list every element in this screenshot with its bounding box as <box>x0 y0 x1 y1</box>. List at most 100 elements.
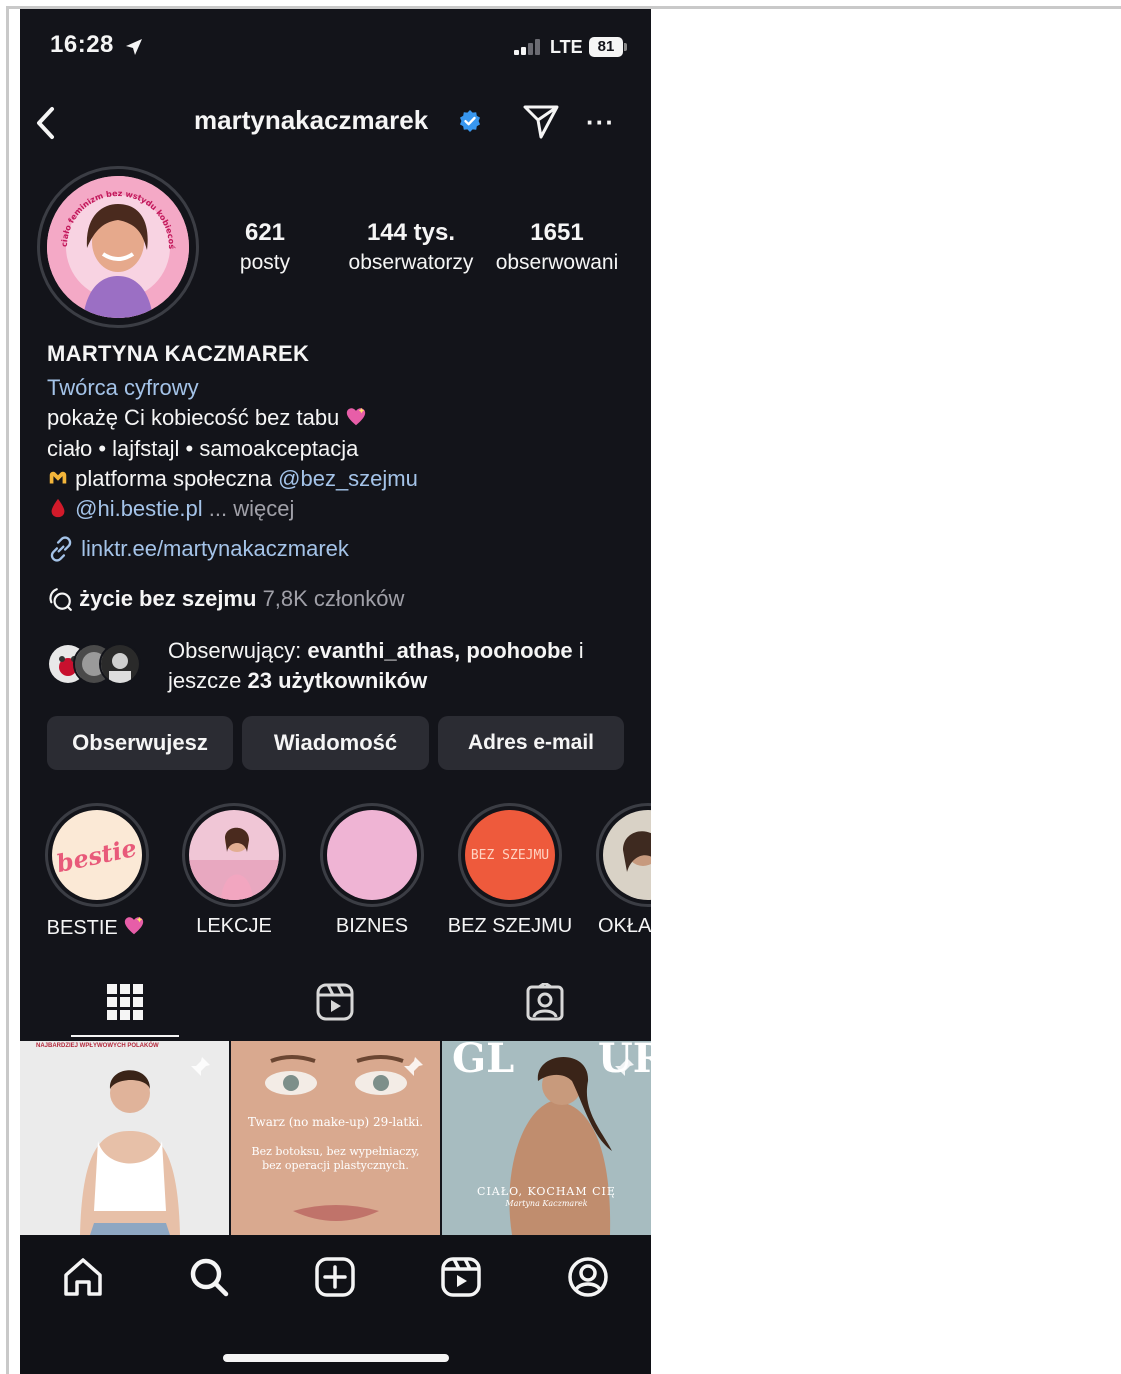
highlight-label-okladki: OKŁA <box>598 915 651 937</box>
bio-line-3-text: platforma społeczna <box>75 466 273 491</box>
followed-by-conj: i <box>578 638 584 663</box>
tagged-tab-icon[interactable] <box>526 983 564 1021</box>
stat-followers[interactable]: 144 tys. obserwatorzy <box>338 219 484 275</box>
bio-line-1-text: pokażę Ci kobiecość bez tabu <box>47 405 340 430</box>
post-1-caption: NAJBARDZIEJ WPŁYWOWYCH POLAKÓW <box>36 1043 159 1049</box>
highlight-bez-szejmu[interactable]: BEZ SZEJMU <box>458 803 562 907</box>
signal-icon <box>514 39 540 55</box>
highlight-cover-biznes <box>327 810 417 900</box>
pinned-icon <box>404 1057 423 1076</box>
followed-by-suffix: jeszcze <box>168 668 242 693</box>
blood-drop-icon <box>51 498 65 518</box>
more-options-icon[interactable]: ··· <box>586 107 615 138</box>
channel-row[interactable]: życie bez szejmu 7,8K członków <box>47 586 404 612</box>
highlight-ring <box>182 803 286 907</box>
followed-by-text[interactable]: Obserwujący: evanthi_athas, poohoobe i j… <box>168 636 638 696</box>
highlight-label-bestie: BESTIE <box>26 915 166 940</box>
highlight-cover-lekcje <box>189 810 279 900</box>
mutual-followers-avatars[interactable] <box>47 639 157 685</box>
channel-name: życie bez szejmu <box>79 586 257 611</box>
bio-line-3: platforma społeczna @bez_szejmu <box>47 466 418 492</box>
hi-bestie-mention[interactable]: @hi.bestie.pl <box>75 496 203 521</box>
pinned-icon <box>615 1057 634 1076</box>
profile-username: martynakaczmarek <box>194 105 429 135</box>
highlight-ring <box>596 803 651 907</box>
following-count: 1651 <box>530 219 584 246</box>
highlight-cover-bestie: bestie <box>52 810 142 900</box>
highlight-ring: BEZ SZEJMU <box>458 803 562 907</box>
profile-icon[interactable] <box>567 1256 609 1298</box>
bio-line-2: ciało • lajfstajl • samoakceptacja <box>47 436 359 461</box>
send-message-icon[interactable] <box>522 103 560 141</box>
bio-external-link[interactable]: linktr.ee/martynakaczmarek <box>81 536 349 561</box>
grid-tab-icon[interactable] <box>107 984 143 1020</box>
profile-avatar[interactable]: ciało feminizm bez wstydu kobiecość <box>47 176 189 318</box>
channel-members: 7,8K członków <box>262 586 405 611</box>
phone-screen: 16:28 LTE 81 martynakaczmarek ··· ciało … <box>20 9 651 1374</box>
back-arrow-icon[interactable] <box>34 105 58 141</box>
highlight-label-bestie-text: BESTIE <box>46 917 118 939</box>
profile-name: MARTYNA KACZMAREK <box>47 341 310 366</box>
stat-following[interactable]: 1651 obserwowani <box>486 219 628 275</box>
location-arrow-icon <box>126 39 142 55</box>
highlight-label-biznes: BIZNES <box>335 915 409 937</box>
heart-hands-icon <box>49 471 67 484</box>
bio-link-row[interactable]: linktr.ee/martynakaczmarek <box>47 535 349 563</box>
bestie-logo-text: bestie <box>54 832 140 878</box>
bez-szejmu-logo-text: BEZ SZEJMU <box>470 847 550 863</box>
posts-count: 621 <box>244 219 286 246</box>
home-icon[interactable] <box>62 1257 104 1297</box>
post-2-caption-1: Twarz (no make-up) 29-latki. <box>247 1115 424 1129</box>
sparkling-heart-icon <box>347 407 366 426</box>
post-3-caption-2: Martyna Kaczmarek <box>505 1199 588 1208</box>
highlight-label-lekcje: LEKCJE <box>196 915 272 937</box>
highlight-ring: bestie <box>45 803 149 907</box>
status-time: 16:28 <box>50 31 114 58</box>
following-button[interactable]: Obserwujesz <box>47 716 233 770</box>
bio-line-1: pokażę Ci kobiecość bez tabu <box>47 405 367 431</box>
posts-label: posty <box>239 251 291 274</box>
post-thumb-1[interactable]: NAJBARDZIEJ WPŁYWOWYCH POLAKÓW <box>20 1041 229 1235</box>
reels-tab-icon[interactable] <box>316 983 354 1021</box>
active-tab-indicator <box>71 1035 179 1037</box>
bez-szejmu-mention[interactable]: @bez_szejmu <box>278 466 418 491</box>
followers-label: obserwatorzy <box>348 251 474 274</box>
highlight-okladki[interactable] <box>596 803 651 907</box>
post-thumb-3[interactable]: GL UR CIAŁO, KOCHAM CIĘ Martyna Kaczmare… <box>442 1041 651 1235</box>
post-3-caption-1: CIAŁO, KOCHAM CIĘ <box>477 1185 616 1198</box>
avatar-photo: ciało feminizm bez wstydu kobiecość <box>47 176 189 318</box>
post-2-caption-2: Bez botoksu, bez wypełniaczy, bez operac… <box>251 1145 420 1172</box>
bio-line-4: @hi.bestie.pl ... więcej <box>47 496 294 522</box>
message-button[interactable]: Wiadomość <box>242 716 429 770</box>
highlight-lekcje[interactable] <box>182 803 286 907</box>
bio-more-link[interactable]: ... więcej <box>209 496 295 521</box>
highlight-cover-bez-szejmu: BEZ SZEJMU <box>465 810 555 900</box>
search-icon[interactable] <box>188 1256 230 1298</box>
highlight-cover-okladki <box>603 810 651 900</box>
sparkling-heart-icon <box>125 916 144 935</box>
followers-count: 144 tys. <box>366 219 456 246</box>
highlight-ring <box>320 803 424 907</box>
create-post-icon[interactable] <box>315 1257 355 1297</box>
network-type: LTE <box>550 37 583 57</box>
frame-border-left <box>6 6 9 1374</box>
mutual-avatar-3 <box>99 643 141 685</box>
profile-category[interactable]: Twórca cyfrowy <box>47 375 199 401</box>
email-button[interactable]: Adres e-mail <box>438 716 624 770</box>
home-indicator[interactable] <box>223 1354 449 1362</box>
battery-tip <box>624 43 627 51</box>
highlight-bestie[interactable]: bestie <box>45 803 149 907</box>
reels-icon[interactable] <box>441 1257 481 1297</box>
stat-posts[interactable]: 621 posty <box>220 219 310 275</box>
broadcast-channel-icon <box>49 588 72 611</box>
post-thumb-2[interactable]: Twarz (no make-up) 29-latki. Bez botoksu… <box>231 1041 440 1235</box>
followed-by-count: 23 użytkowników <box>247 668 428 693</box>
verified-badge-icon <box>460 110 480 132</box>
pinned-icon <box>191 1057 210 1076</box>
highlight-label-bez-szejmu: BEZ SZEJMU <box>447 915 573 937</box>
battery-icon: 81 <box>589 37 623 57</box>
followed-by-names: evanthi_athas, poohoobe <box>307 638 573 663</box>
highlight-biznes[interactable] <box>320 803 424 907</box>
followed-by-prefix: Obserwujący: <box>168 638 302 663</box>
following-label: obserwowani <box>495 251 619 274</box>
